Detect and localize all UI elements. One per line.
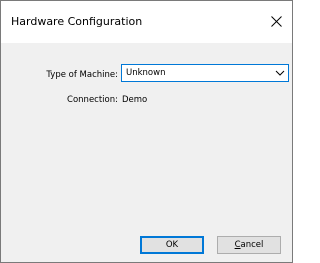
machine-type-label: Type of Machine:: [46, 70, 118, 80]
close-icon: [270, 15, 282, 27]
machine-type-value: Unknown: [126, 68, 166, 78]
ok-button[interactable]: OK: [140, 236, 204, 254]
ok-button-label: OK: [165, 240, 179, 250]
cancel-button[interactable]: Cancel: [217, 236, 281, 254]
cancel-label-rest: ancel: [240, 240, 264, 250]
connection-label: Connection:: [67, 95, 118, 105]
cancel-button-label: Cancel: [235, 239, 264, 251]
title-bar: Hardware Configuration: [1, 1, 292, 43]
machine-type-select[interactable]: Unknown: [121, 64, 289, 82]
dialog-title: Hardware Configuration: [11, 15, 143, 28]
hardware-configuration-dialog: Hardware Configuration Type of Machine: …: [0, 0, 293, 263]
connection-value: Demo: [122, 95, 148, 105]
close-button[interactable]: [262, 7, 290, 35]
chevron-down-icon: [275, 70, 285, 76]
